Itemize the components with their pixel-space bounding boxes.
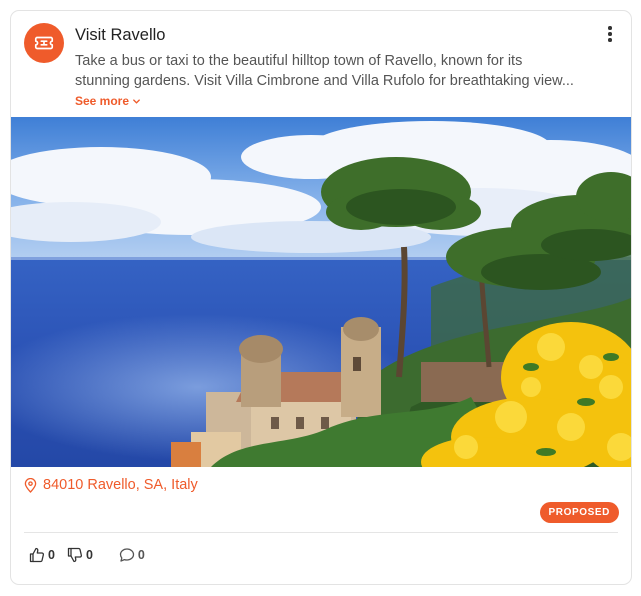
more-dot-icon bbox=[608, 38, 612, 42]
more-dot-icon bbox=[608, 32, 612, 36]
see-more-button[interactable]: See more bbox=[75, 94, 141, 108]
dislike-button[interactable]: 0 bbox=[67, 547, 93, 563]
like-count: 0 bbox=[48, 548, 55, 562]
card-description: Take a bus or taxi to the beautiful hill… bbox=[75, 51, 605, 91]
chevron-down-icon bbox=[133, 98, 140, 104]
map-pin-icon bbox=[24, 477, 37, 493]
thumbs-up-icon bbox=[29, 547, 45, 563]
ticket-icon bbox=[34, 36, 54, 50]
activity-avatar bbox=[24, 23, 64, 63]
thumbs-down-icon bbox=[67, 547, 82, 563]
more-options-button[interactable] bbox=[603, 25, 617, 43]
see-more-label: See more bbox=[75, 94, 130, 108]
activity-photo bbox=[11, 117, 631, 467]
activity-card: Visit Ravello Take a bus or taxi to the … bbox=[10, 10, 632, 585]
dislike-count: 0 bbox=[85, 548, 93, 562]
comment-count: 0 bbox=[137, 548, 145, 562]
ravello-photo bbox=[11, 117, 631, 467]
divider bbox=[24, 532, 618, 533]
like-button[interactable]: 0 bbox=[29, 547, 55, 563]
status-badge: PROPOSED bbox=[539, 502, 619, 523]
location[interactable]: 84010 Ravello, SA, Italy bbox=[24, 477, 198, 493]
comment-button[interactable]: 0 bbox=[119, 547, 145, 563]
description-line: stunning gardens. Visit Villa Cimbrone a… bbox=[75, 73, 574, 89]
card-title: Visit Ravello bbox=[75, 26, 166, 44]
more-dot-icon bbox=[608, 26, 612, 30]
card-actions: 0 0 0 bbox=[29, 547, 145, 563]
description-line: Take a bus or taxi to the beautiful hill… bbox=[75, 53, 523, 69]
comment-icon bbox=[119, 548, 135, 562]
location-text: 84010 Ravello, SA, Italy bbox=[43, 477, 198, 493]
